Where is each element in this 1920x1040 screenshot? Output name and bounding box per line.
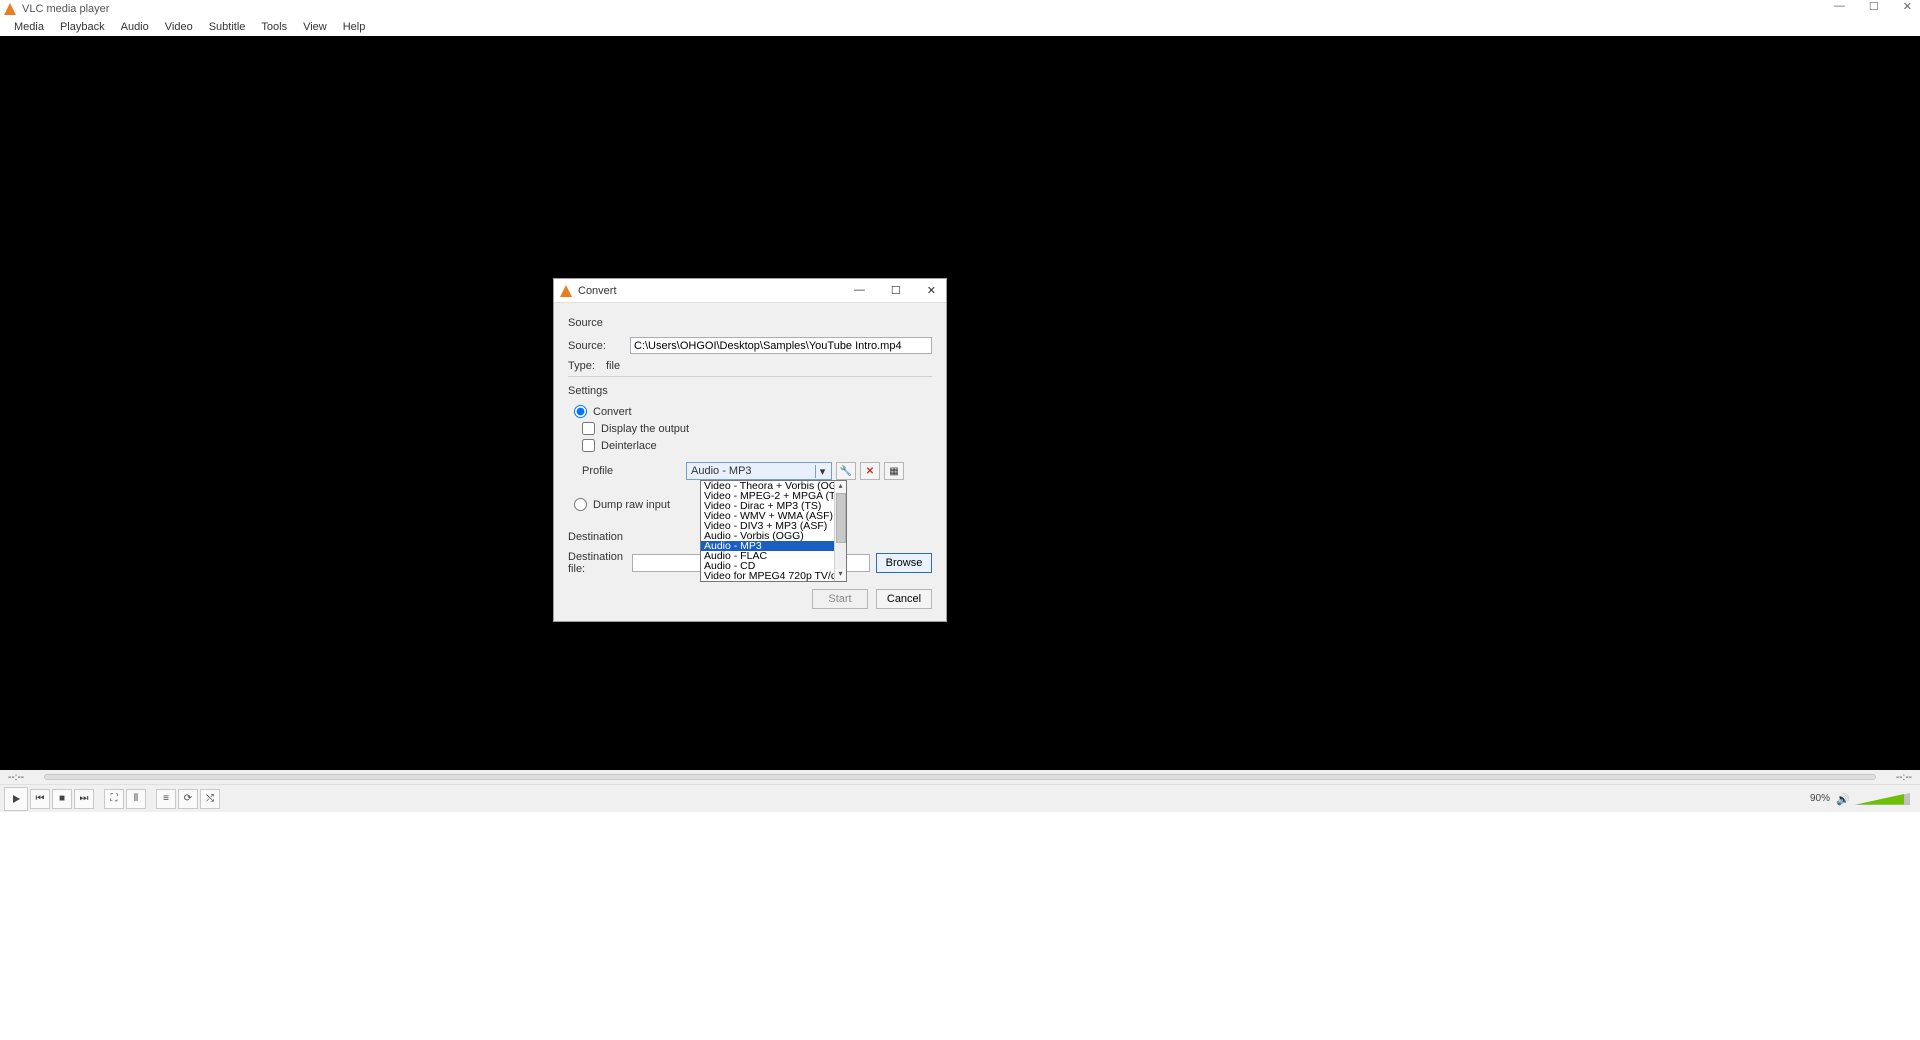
source-label: Source: [568,340,630,352]
shuffle-icon: ⤭ [206,793,214,804]
playback-controls: ⏮ ■ ⏭ ⛶ ⫴ ≡ ⟳ ⤭ 90% 🔊 [0,784,1920,812]
fullscreen-button[interactable]: ⛶ [104,789,124,809]
type-label: Type: [568,360,602,372]
divider [568,376,932,377]
loop-button[interactable]: ⟳ [178,789,198,809]
next-button[interactable]: ⏭ [74,789,94,809]
display-output-label: Display the output [601,423,689,435]
browse-button[interactable]: Browse [876,553,932,573]
menubar: Media Playback Audio Video Subtitle Tool… [0,18,1920,36]
volume-area: 90% 🔊 [1810,793,1910,805]
deinterlace-checkbox[interactable] [582,439,595,452]
new-profile-button[interactable]: ▦ [884,462,904,480]
extended-settings-button[interactable]: ⫴ [126,789,146,809]
speaker-icon[interactable]: 🔊 [1836,793,1848,805]
dialog-maximize-button[interactable]: ☐ [887,282,905,299]
window-controls: — ☐ ✕ [1834,0,1920,13]
menu-media[interactable]: Media [6,19,52,35]
scroll-up-icon[interactable]: ▴ [835,481,846,493]
chevron-down-icon: ▾ [815,465,829,478]
playlist-button[interactable]: ≡ [156,789,176,809]
minimize-button[interactable]: — [1834,0,1845,13]
cancel-button[interactable]: Cancel [876,589,932,609]
dialog-close-button[interactable]: ✕ [923,282,940,299]
start-button[interactable]: Start [812,589,868,609]
destination-label: Destination file: [568,551,632,575]
previous-button[interactable]: ⏮ [30,789,50,809]
profile-option[interactable]: Video for MPEG4 720p TV/device [701,571,846,581]
play-button[interactable] [4,787,28,811]
vlc-cone-icon [4,3,16,15]
volume-percent: 90% [1810,793,1830,804]
window-title: VLC media player [22,3,109,15]
volume-slider[interactable] [1854,793,1910,805]
profile-dropdown-list: Video - Theora + Vorbis (OGG)Video - MPE… [700,480,847,582]
menu-subtitle[interactable]: Subtitle [201,19,254,35]
dump-raw-label: Dump raw input [593,499,670,511]
stop-icon: ■ [59,793,65,804]
source-heading: Source [568,317,932,329]
equalizer-icon: ⫴ [134,793,138,804]
settings-heading: Settings [568,385,932,397]
display-output-checkbox[interactable] [582,422,595,435]
timeline-row: --:-- --:-- [0,770,1920,784]
dialog-minimize-button[interactable]: — [850,282,869,299]
vlc-cone-icon [560,285,572,297]
elapsed-time: --:-- [8,772,38,783]
edit-profile-button[interactable]: 🔧 [836,462,856,480]
play-icon [11,794,21,804]
shuffle-button[interactable]: ⤭ [200,789,220,809]
dialog-titlebar[interactable]: Convert — ☐ ✕ [554,279,946,303]
profile-combobox[interactable]: Audio - MP3 ▾ [686,462,832,480]
stop-button[interactable]: ■ [52,789,72,809]
skip-back-icon: ⏮ [36,793,45,804]
skip-forward-icon: ⏭ [80,793,89,804]
convert-radio-label: Convert [593,406,632,418]
scrollbar-thumb[interactable] [836,493,846,543]
menu-view[interactable]: View [295,19,335,35]
delete-profile-button[interactable]: ✕ [860,462,880,480]
fullscreen-icon: ⛶ [111,793,118,804]
wrench-icon: 🔧 [840,466,852,477]
playlist-icon: ≡ [163,793,169,804]
main-titlebar: VLC media player — ☐ ✕ [0,0,1920,18]
menu-tools[interactable]: Tools [253,19,295,35]
dump-raw-radio[interactable] [574,498,587,511]
menu-video[interactable]: Video [157,19,201,35]
profile-selected: Audio - MP3 [691,465,752,477]
loop-icon: ⟳ [184,793,192,804]
bottom-gap [0,812,1920,1040]
profile-label: Profile [582,465,686,477]
new-profile-icon: ▦ [889,466,898,477]
convert-radio[interactable] [574,405,587,418]
type-value: file [606,360,620,372]
total-time: --:-- [1882,772,1912,783]
dialog-title: Convert [578,285,617,297]
menu-playback[interactable]: Playback [52,19,113,35]
close-button[interactable]: ✕ [1903,0,1912,13]
maximize-button[interactable]: ☐ [1869,0,1879,13]
delete-x-icon: ✕ [866,466,874,477]
menu-help[interactable]: Help [335,19,374,35]
source-input[interactable] [630,337,932,354]
scroll-down-icon[interactable]: ▾ [835,569,846,581]
dropdown-scrollbar[interactable]: ▴ ▾ [834,481,846,581]
seek-slider[interactable] [44,774,1876,780]
menu-audio[interactable]: Audio [113,19,157,35]
video-area: Convert — ☐ ✕ Source Source: Type: file … [0,36,1920,770]
deinterlace-label: Deinterlace [601,440,657,452]
